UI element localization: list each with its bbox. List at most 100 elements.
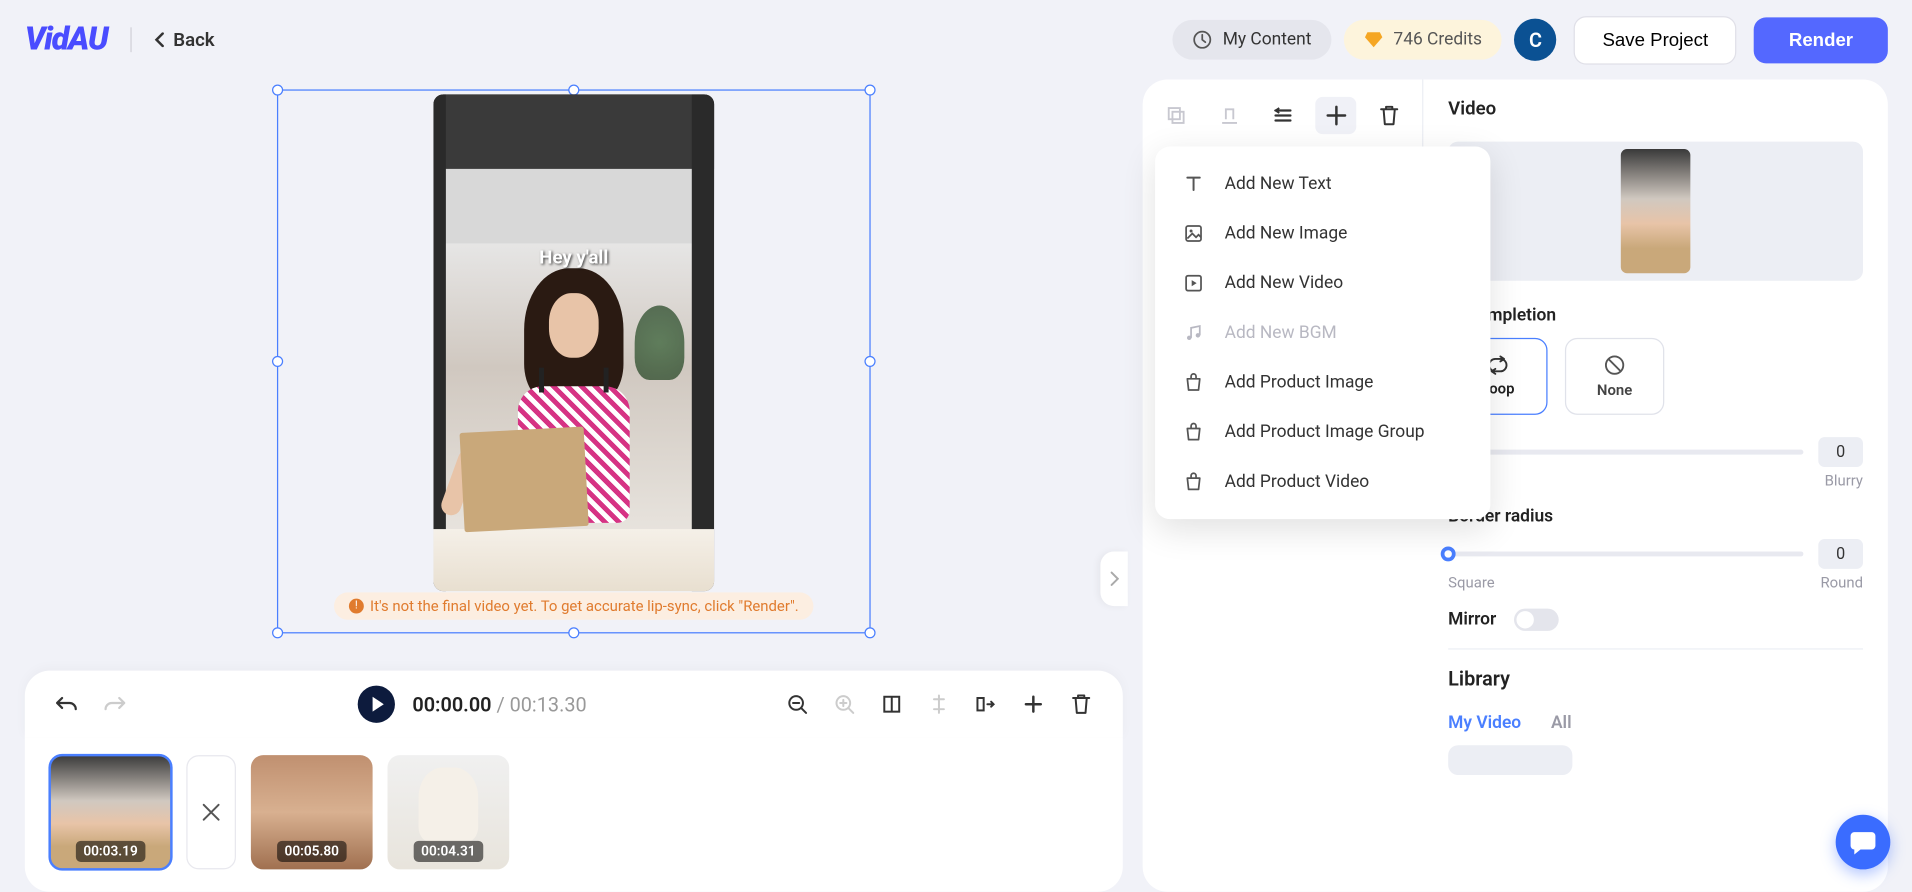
- radius-slider[interactable]: [1448, 551, 1803, 556]
- bag-icon: [1182, 471, 1204, 493]
- crop-button[interactable]: [877, 689, 907, 719]
- my-content-button[interactable]: My Content: [1173, 20, 1331, 60]
- none-mode-button[interactable]: None: [1565, 338, 1664, 415]
- redo-button[interactable]: [99, 689, 129, 719]
- video-icon: [1182, 272, 1204, 294]
- add-object-button[interactable]: [1315, 97, 1356, 134]
- tab-all[interactable]: All: [1551, 713, 1572, 733]
- save-project-button[interactable]: Save Project: [1574, 16, 1737, 64]
- add-video-label: Add New Video: [1225, 273, 1344, 293]
- chat-support-button[interactable]: [1836, 815, 1891, 870]
- add-image-label: Add New Image: [1225, 224, 1348, 244]
- video-caption: Hey y'all: [539, 246, 608, 268]
- video-thumbnail: [1621, 149, 1691, 273]
- completion-mode-label: of completion: [1448, 306, 1863, 326]
- selection-box[interactable]: Hey y'all ! It's not the final video yet…: [277, 89, 871, 633]
- resize-handle[interactable]: [864, 84, 875, 95]
- add-clip-button[interactable]: [1018, 689, 1048, 719]
- radius-max-label: Round: [1820, 574, 1863, 591]
- time-display: 00:00.00 / 00:13.30: [412, 692, 586, 716]
- music-icon: [1182, 322, 1204, 344]
- border-radius-label: Border radius: [1448, 507, 1863, 527]
- resize-handle[interactable]: [568, 627, 579, 638]
- clip-thumbnail[interactable]: 00:05.80: [251, 755, 373, 869]
- none-label: None: [1597, 381, 1632, 398]
- canvas-area[interactable]: Hey y'all ! It's not the final video yet…: [25, 79, 1123, 670]
- zoom-out-button[interactable]: [782, 689, 812, 719]
- play-button[interactable]: [358, 686, 395, 723]
- properties-panel: Add New Text Add New Image Add New Video…: [1143, 79, 1888, 891]
- add-product-image-label: Add Product Image: [1225, 373, 1374, 393]
- render-notice: ! It's not the final video yet. To get a…: [334, 592, 814, 619]
- layers-button[interactable]: [971, 689, 1001, 719]
- current-time: 00:00.00: [412, 692, 491, 716]
- clip-thumbnail[interactable]: 00:04.31: [388, 755, 510, 869]
- radius-min-label: Square: [1448, 574, 1494, 591]
- add-bgm-label: Add New BGM: [1225, 323, 1337, 343]
- clip-thumbnail[interactable]: 00:03.19: [50, 755, 172, 869]
- mirror-row: Mirror: [1448, 609, 1863, 650]
- clip-duration: 00:05.80: [277, 841, 346, 862]
- undo-button[interactable]: [52, 689, 82, 719]
- add-product-image-group-label: Add Product Image Group: [1225, 422, 1425, 442]
- add-product-image-item[interactable]: Add Product Image: [1155, 358, 1490, 408]
- video-preview[interactable]: Hey y'all: [433, 94, 714, 591]
- image-icon: [1182, 222, 1204, 244]
- my-content-label: My Content: [1223, 30, 1312, 50]
- add-product-image-group-item[interactable]: Add Product Image Group: [1155, 407, 1490, 457]
- avatar[interactable]: C: [1514, 19, 1556, 61]
- add-image-item[interactable]: Add New Image: [1155, 209, 1490, 259]
- chevron-left-icon: [153, 32, 163, 47]
- completion-mode-row: Loop None: [1448, 338, 1863, 415]
- play-icon: [372, 697, 383, 712]
- back-button[interactable]: Back: [153, 29, 214, 51]
- delete-clip-button[interactable]: [1066, 689, 1096, 719]
- credits-pill[interactable]: 746 Credits: [1344, 20, 1502, 60]
- transition-clip[interactable]: [186, 755, 236, 869]
- align-button[interactable]: [1208, 97, 1249, 134]
- resize-handle[interactable]: [272, 627, 283, 638]
- add-video-item[interactable]: Add New Video: [1155, 258, 1490, 308]
- add-text-item[interactable]: Add New Text: [1155, 159, 1490, 209]
- resize-handle[interactable]: [864, 627, 875, 638]
- radius-value: 0: [1818, 539, 1863, 569]
- resize-handle[interactable]: [864, 356, 875, 367]
- logo: VidAU: [25, 21, 108, 58]
- video-thumbnail-box[interactable]: [1448, 142, 1863, 281]
- duplicate-button[interactable]: [1155, 97, 1196, 134]
- resize-handle[interactable]: [272, 84, 283, 95]
- mirror-label: Mirror: [1448, 610, 1496, 630]
- mirror-toggle[interactable]: [1514, 609, 1559, 631]
- library-thumbnail[interactable]: [1448, 745, 1572, 775]
- editor-left: Hey y'all ! It's not the final video yet…: [25, 79, 1123, 891]
- total-time: 00:13.30: [510, 692, 587, 716]
- diamond-icon: [1364, 31, 1384, 48]
- delete-object-button[interactable]: [1369, 97, 1410, 134]
- warning-icon: !: [349, 599, 364, 614]
- avatar-initial: C: [1529, 28, 1542, 52]
- notice-text: It's not the final video yet. To get acc…: [370, 597, 799, 614]
- tab-my-video[interactable]: My Video: [1448, 713, 1521, 733]
- blur-slider[interactable]: [1448, 450, 1803, 455]
- chevron-right-icon: [1109, 571, 1119, 586]
- clip-duration: 00:04.31: [414, 841, 483, 862]
- bag-icon: [1182, 421, 1204, 443]
- back-label: Back: [173, 29, 214, 51]
- clip-duration: 00:03.19: [76, 841, 145, 862]
- resize-handle[interactable]: [272, 356, 283, 367]
- toggle-knob: [1516, 611, 1533, 628]
- app-header: VidAU Back My Content 746 Credits C Save…: [0, 0, 1912, 79]
- expand-panel-button[interactable]: [1100, 551, 1127, 606]
- split-button[interactable]: [924, 689, 954, 719]
- render-button[interactable]: Render: [1754, 17, 1888, 63]
- transition-icon: [200, 801, 222, 823]
- add-text-label: Add New Text: [1225, 174, 1332, 194]
- zoom-in-button[interactable]: [830, 689, 860, 719]
- add-product-video-label: Add Product Video: [1225, 472, 1370, 492]
- library-label: Library: [1448, 667, 1863, 691]
- add-product-video-item[interactable]: Add Product Video: [1155, 457, 1490, 507]
- bag-icon: [1182, 371, 1204, 393]
- slider-thumb[interactable]: [1441, 546, 1456, 561]
- add-menu: Add New Text Add New Image Add New Video…: [1155, 147, 1490, 520]
- layer-order-button[interactable]: [1262, 97, 1303, 134]
